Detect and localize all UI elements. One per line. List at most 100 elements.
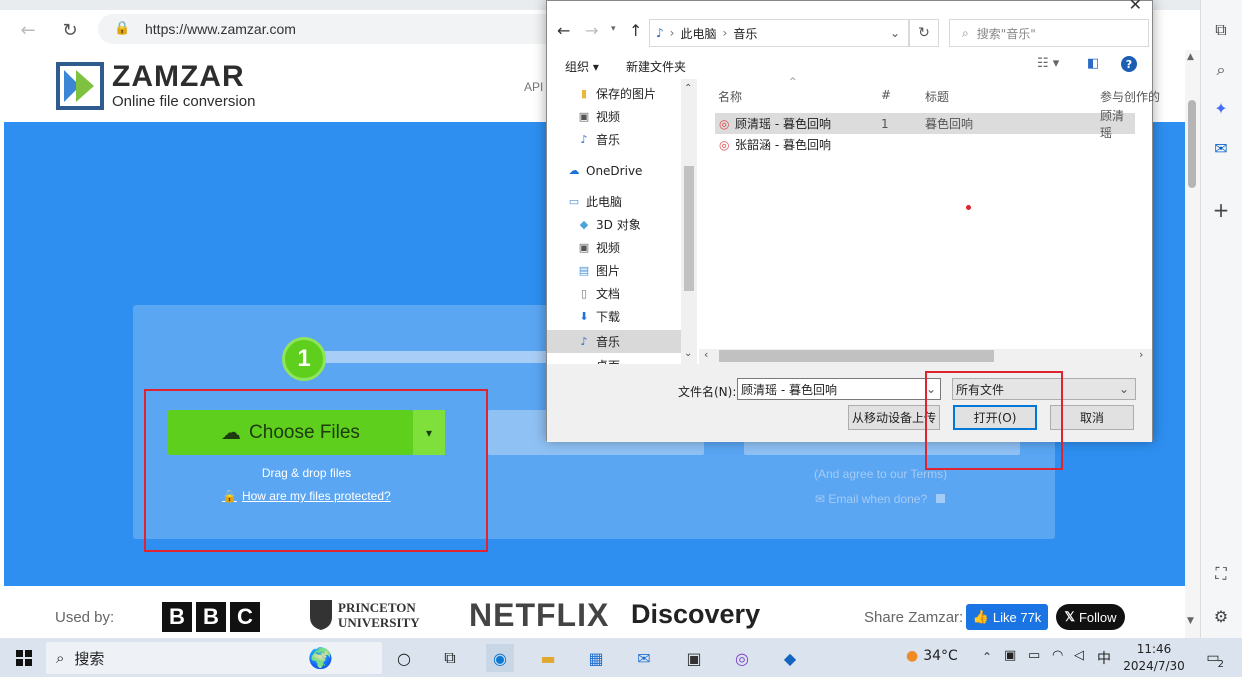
column-header-track[interactable]: #: [881, 88, 891, 102]
column-header-artist[interactable]: 参与创作的: [1100, 88, 1160, 105]
email-checkbox[interactable]: [936, 494, 946, 503]
nav-item-downloads[interactable]: ⬇ 下载: [547, 305, 681, 328]
close-icon[interactable]: ✕: [1129, 0, 1142, 14]
nav-item-videos-pc[interactable]: ▣ 视频: [547, 236, 681, 259]
nav-item-pictures[interactable]: ▤ 图片: [547, 259, 681, 282]
file-row[interactable]: ◎ 张韶涵 - 暮色回响: [715, 134, 1135, 155]
file-explorer-icon[interactable]: ▬: [534, 644, 562, 672]
column-header-name[interactable]: 名称: [718, 88, 742, 105]
settings-icon[interactable]: ⚙: [1207, 602, 1235, 630]
recent-locations-icon[interactable]: ▾: [611, 24, 616, 34]
scroll-down-icon[interactable]: ⌄: [684, 348, 692, 359]
nav-item-desktop[interactable]: ▬桌面: [547, 354, 681, 364]
edge-browser-icon[interactable]: ◉: [486, 644, 514, 672]
scroll-down-icon[interactable]: ▼: [1187, 616, 1194, 626]
screenshot-icon[interactable]: ⛶: [1207, 560, 1235, 588]
folder-icon: ▮: [580, 87, 588, 100]
x-follow-button[interactable]: 𝕏 Follow: [1056, 604, 1125, 630]
show-hidden-icons-icon[interactable]: ⌃: [982, 650, 992, 664]
like-label: Like 77k: [992, 609, 1042, 625]
split-screen-icon[interactable]: ⧉: [1207, 16, 1235, 44]
nav-item-onedrive[interactable]: ☁ OneDrive: [547, 159, 681, 182]
video-icon: ▣: [578, 110, 590, 123]
volume-icon[interactable]: ◁: [1074, 648, 1084, 663]
brand-name[interactable]: ZAMZAR: [112, 60, 245, 94]
scroll-up-icon[interactable]: ⌃: [684, 83, 692, 94]
refresh-icon[interactable]: ↻: [909, 19, 939, 47]
filename-value: 顾清瑶 - 暮色回响: [741, 382, 837, 397]
nav-item-music[interactable]: ♪ 音乐: [547, 128, 681, 151]
app-icon[interactable]: ▣: [680, 644, 708, 672]
taskbar-search-box[interactable]: ⌕ 搜索 🌍: [46, 642, 382, 674]
nav-api-link[interactable]: API: [524, 80, 543, 94]
notification-center-icon[interactable]: ▭ 2: [1200, 646, 1226, 670]
copilot-icon[interactable]: ✦: [1207, 94, 1235, 122]
wifi-icon[interactable]: ◠: [1052, 648, 1063, 663]
url-text[interactable]: https://www.zamzar.com: [145, 21, 296, 37]
view-options-icon[interactable]: ☷ ▾: [1037, 56, 1059, 71]
lock-icon[interactable]: 🔒: [114, 21, 130, 36]
nav-item-saved-pictures[interactable]: ▮ 保存的图片: [547, 82, 681, 105]
dialog-search-input[interactable]: ⌕ 搜索"音乐": [949, 19, 1149, 47]
file-list-h-scrollbar-thumb[interactable]: [719, 350, 994, 362]
store-icon[interactable]: ▦: [582, 644, 610, 672]
nav-item-documents[interactable]: ▯ 文档: [547, 282, 681, 305]
up-folder-icon[interactable]: ↑: [629, 21, 642, 40]
nav-item-label: OneDrive: [586, 163, 643, 178]
file-track: 1: [881, 116, 889, 131]
add-icon[interactable]: +: [1207, 196, 1235, 224]
breadcrumb[interactable]: ♪ › 此电脑 › 音乐 ⌄: [649, 19, 909, 47]
nav-item-videos[interactable]: ▣ 视频: [547, 105, 681, 128]
search-icon: ⌕: [56, 649, 65, 667]
forward-icon[interactable]: →: [585, 21, 598, 40]
ime-indicator[interactable]: 中: [1097, 648, 1111, 668]
app-circle-icon[interactable]: ◎: [728, 644, 756, 672]
preview-pane-icon[interactable]: ◧: [1087, 56, 1099, 71]
clock[interactable]: 11:46 2024/7/30: [1122, 641, 1186, 675]
nav-item-label: 文档: [596, 287, 621, 301]
column-header-title[interactable]: 标题: [925, 88, 949, 105]
tray-app-icon[interactable]: ▣: [1004, 648, 1016, 663]
search-icon[interactable]: ⌕: [1207, 56, 1235, 84]
scroll-left-icon[interactable]: ‹: [704, 348, 708, 361]
nav-pane-scrollbar-thumb[interactable]: [684, 166, 694, 291]
clock-time: 11:46: [1136, 642, 1172, 656]
nav-item-label: 3D 对象: [596, 218, 641, 232]
step-number-badge: 1: [282, 337, 326, 381]
mail-icon[interactable]: ✉: [630, 644, 658, 672]
filename-input[interactable]: 顾清瑶 - 暮色回响 ⌄: [737, 378, 941, 400]
scroll-up-icon[interactable]: ▲: [1187, 52, 1194, 62]
breadcrumb-item[interactable]: 音乐: [733, 25, 757, 42]
windows-start-icon[interactable]: [10, 644, 38, 672]
back-icon[interactable]: ←: [557, 21, 570, 40]
reload-icon[interactable]: ↻: [56, 16, 84, 44]
battery-icon[interactable]: ▭: [1028, 648, 1040, 663]
email-when-done[interactable]: ✉ Email when done?: [815, 492, 946, 506]
new-folder-button[interactable]: 新建文件夹: [626, 58, 686, 75]
cortana-icon[interactable]: ○: [390, 644, 418, 672]
princeton-shield-icon: [310, 600, 332, 630]
nav-item-this-pc[interactable]: ▭ 此电脑: [547, 190, 681, 213]
outlook-icon[interactable]: ✉: [1207, 134, 1235, 162]
facebook-like-button[interactable]: 👍 Like 77k: [966, 604, 1048, 630]
scroll-right-icon[interactable]: ›: [1139, 348, 1143, 361]
zamzar-logo-icon[interactable]: [56, 62, 104, 110]
nav-item-music-pc[interactable]: ♪ 音乐: [547, 330, 681, 353]
app-arrow-icon[interactable]: ◆: [776, 644, 804, 672]
weather-widget[interactable]: ● 34°C: [906, 648, 958, 664]
follow-label: Follow: [1078, 609, 1117, 625]
organize-menu[interactable]: 组织 ▾: [565, 58, 599, 75]
help-icon[interactable]: ?: [1121, 56, 1137, 72]
breadcrumb-item[interactable]: 此电脑: [680, 25, 716, 42]
back-icon[interactable]: ←: [14, 16, 42, 44]
audio-file-icon: ◎: [719, 116, 730, 131]
brand-tagline: Online file conversion: [112, 93, 256, 110]
cursor-dot: [966, 205, 971, 210]
task-view-icon[interactable]: ⧉: [436, 644, 464, 672]
page-scrollbar-thumb[interactable]: [1188, 100, 1196, 188]
email-icon: ✉: [815, 492, 826, 506]
cloud-icon: ☁: [568, 164, 580, 177]
nav-item-3d-objects[interactable]: ◆ 3D 对象: [547, 213, 681, 236]
file-row[interactable]: ◎ 顾清瑶 - 暮色回响 1 暮色回响 顾清瑶: [715, 109, 1135, 140]
path-dropdown-icon[interactable]: ⌄: [890, 26, 900, 40]
